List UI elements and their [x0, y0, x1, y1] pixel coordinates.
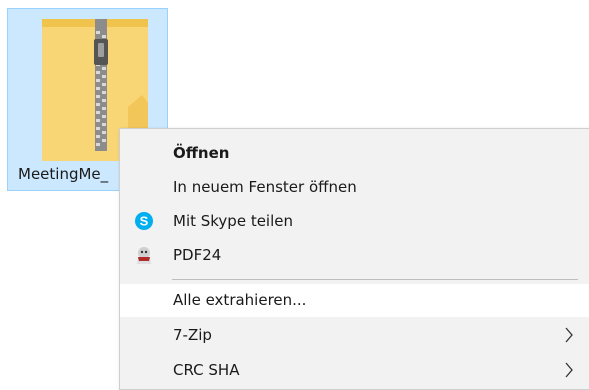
- menu-separator: [172, 279, 578, 280]
- menu-item-label: PDF24: [173, 246, 222, 264]
- menu-item-label: Alle extrahieren...: [173, 291, 307, 309]
- menu-item-pdf24[interactable]: PDF24: [120, 239, 589, 272]
- menu-item-label: Mit Skype teilen: [173, 212, 294, 230]
- menu-item-label: CRC SHA: [173, 361, 240, 379]
- pdf24-icon: [137, 247, 151, 264]
- menu-item-open[interactable]: Öffnen: [120, 137, 589, 170]
- menu-item-label: In neuem Fenster öffnen: [173, 178, 357, 196]
- menu-item-extract-all[interactable]: Alle extrahieren...: [120, 284, 589, 317]
- menu-item-open-new-window[interactable]: In neuem Fenster öffnen: [120, 171, 589, 204]
- chevron-right-icon: [565, 362, 573, 378]
- chevron-right-icon: [565, 327, 573, 343]
- file-name-label: MeetingMe_: [18, 165, 109, 183]
- menu-item-7zip[interactable]: 7-Zip: [120, 319, 589, 352]
- menu-item-label: 7-Zip: [173, 326, 212, 344]
- skype-icon: S: [135, 212, 153, 230]
- context-menu: Öffnen In neuem Fenster öffnen S Mit Sky…: [119, 128, 589, 390]
- menu-item-label: Öffnen: [173, 144, 230, 162]
- menu-item-share-skype[interactable]: S Mit Skype teilen: [120, 205, 589, 238]
- menu-item-crc-sha[interactable]: CRC SHA: [120, 354, 589, 387]
- svg-text:S: S: [140, 214, 149, 229]
